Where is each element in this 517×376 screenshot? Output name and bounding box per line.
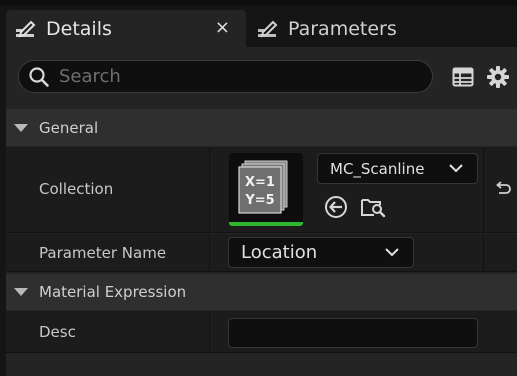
column-divider <box>209 234 210 271</box>
parameter-name-combo[interactable]: Location <box>228 237 414 268</box>
collapse-arrow-icon[interactable] <box>14 123 28 132</box>
collection-asset-value: MC_Scanline <box>330 159 425 178</box>
tab-details[interactable]: Details × <box>6 10 246 47</box>
pencil-doc-icon <box>14 18 36 40</box>
category-material-expression-label: Material Expression <box>39 283 187 301</box>
parameter-name-value: Location <box>241 242 318 263</box>
desc-text-field[interactable] <box>228 318 478 348</box>
column-divider <box>483 234 484 271</box>
collapse-arrow-icon[interactable] <box>14 288 28 296</box>
column-divider <box>209 147 210 232</box>
property-label-desc: Desc <box>39 323 76 341</box>
property-label-parameter-name: Parameter Name <box>39 244 167 262</box>
reset-arrow-icon[interactable] <box>489 176 515 202</box>
tab-bar-top-edge <box>0 0 517 6</box>
property-label-collection: Collection <box>39 180 114 198</box>
tab-parameters-label: Parameters <box>288 17 397 40</box>
search-input[interactable]: Search <box>18 60 433 93</box>
asset-type-color-bar <box>229 222 303 226</box>
browse-asset-icon[interactable] <box>360 194 386 220</box>
column-divider <box>483 147 484 232</box>
property-row-collection: Collection X=1 Y=5 MC_Scanline <box>6 147 517 233</box>
collection-asset-combo[interactable]: MC_Scanline <box>317 153 478 184</box>
asset-thumbnail[interactable]: X=1 Y=5 <box>229 153 303 226</box>
thumbnail-text-y: Y=5 <box>244 193 274 208</box>
tab-parameters[interactable]: Parameters <box>248 10 448 47</box>
column-divider <box>209 311 210 352</box>
category-material-expression[interactable]: Material Expression <box>6 274 517 310</box>
table-view-icon[interactable] <box>451 65 475 89</box>
chevron-down-icon <box>385 247 399 256</box>
thumbnail-text-x: X=1 <box>245 175 275 190</box>
category-general[interactable]: General <box>6 109 517 146</box>
search-placeholder: Search <box>59 66 121 87</box>
property-row-desc: Desc <box>6 311 517 353</box>
details-panel: Search General Collection X=1 Y=5 MC_Sca… <box>6 47 517 376</box>
tab-bar: Details × Parameters <box>0 0 517 47</box>
pencil-doc-icon <box>256 18 278 40</box>
property-row-parameter-name: Parameter Name Location <box>6 234 517 272</box>
use-selected-asset-icon[interactable] <box>323 194 349 220</box>
search-icon <box>28 66 50 88</box>
category-general-label: General <box>39 118 99 137</box>
tab-details-label: Details <box>46 17 112 40</box>
close-icon[interactable]: × <box>215 18 230 38</box>
gear-icon[interactable] <box>486 65 510 89</box>
chevron-down-icon <box>449 163 463 172</box>
